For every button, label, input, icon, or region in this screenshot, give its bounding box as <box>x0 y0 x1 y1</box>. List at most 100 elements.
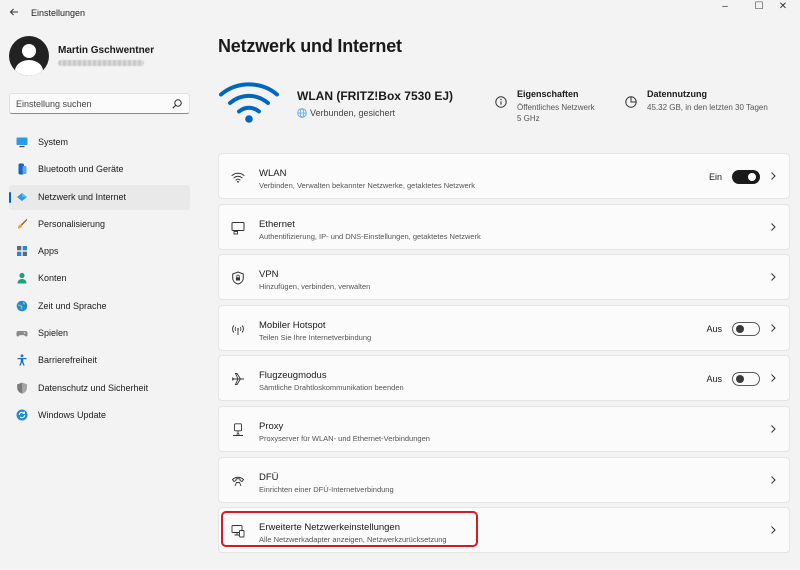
sidebar-item-time-language[interactable]: Zeit und Sprache <box>9 294 190 319</box>
sidebar-item-label: Netzwerk und Internet <box>38 191 127 202</box>
card-description: Authentifizierung, IP- und DNS-Einstellu… <box>259 231 481 241</box>
card-proxy[interactable]: Proxy Proxyserver für WLAN- und Ethernet… <box>218 405 790 452</box>
sidebar-item-accounts[interactable]: Konten <box>9 266 190 291</box>
card-airplane-mode[interactable]: Flugzeugmodus Sämtliche Drahtloskommunik… <box>218 355 790 402</box>
card-title: VPN <box>259 269 279 281</box>
card-title: Proxy <box>259 420 284 432</box>
search-input[interactable] <box>16 97 166 111</box>
globe-clock-icon <box>16 300 28 312</box>
settings-cards: WLAN Verbinden, Verwalten bekannter Netz… <box>218 153 790 558</box>
card-description: Verbinden, Verwalten bekannter Netzwerke… <box>259 181 475 190</box>
back-arrow-icon[interactable] <box>6 5 22 21</box>
chevron-right-icon <box>771 323 776 332</box>
sidebar-item-label: Datenschutz und Sicherheit <box>38 382 149 393</box>
dialup-icon <box>231 476 245 486</box>
chevron-right-icon <box>771 425 776 433</box>
apps-icon <box>17 246 27 257</box>
wifi-large-icon <box>219 82 279 123</box>
sidebar-item-gaming[interactable]: Spielen <box>9 321 190 346</box>
airplane-mode-toggle[interactable] <box>732 372 760 387</box>
card-advanced-network-settings[interactable]: Erweiterte Netzwerkeinstellungen Alle Ne… <box>218 507 790 554</box>
account-icon <box>17 273 27 284</box>
network-status: Verbunden, gesichert <box>310 108 396 118</box>
hotspot-toggle[interactable] <box>732 321 760 336</box>
chevron-right-icon <box>771 222 776 231</box>
sidebar-item-label: Zeit und Sprache <box>38 300 107 311</box>
page-title: Netzwerk und Internet <box>218 36 402 56</box>
card-description: Proxyserver für WLAN- und Ethernet-Verbi… <box>259 433 430 443</box>
hotspot-icon <box>232 324 244 335</box>
profile-email-redacted <box>58 60 144 66</box>
sidebar-nav: System Bluetooth und Geräte Netzwerk und… <box>9 130 190 430</box>
data-usage-link[interactable]: Datennutzung <box>647 89 707 99</box>
profile-name: Martin Gschwentner <box>58 45 155 56</box>
data-usage-icon[interactable] <box>625 96 637 108</box>
card-dialup[interactable]: DFÜ Einrichten einer DFÜ-Internetverbind… <box>218 456 790 503</box>
wifi-icon <box>231 172 245 183</box>
network-profile-type: Öffentliches Netzwerk <box>517 103 595 112</box>
card-title: Erweiterte Netzwerkeinstellungen <box>259 522 400 534</box>
proxy-icon <box>233 423 243 436</box>
update-icon <box>16 409 28 421</box>
card-wlan[interactable]: WLAN Verbinden, Verwalten bekannter Netz… <box>218 153 790 199</box>
sidebar-item-bluetooth[interactable]: Bluetooth und Geräte <box>9 157 190 182</box>
app-title: Einstellungen <box>31 8 86 18</box>
card-vpn[interactable]: VPN Hinzufügen, verbinden, verwalten <box>218 254 790 301</box>
card-description: Hinzufügen, verbinden, verwalten <box>259 282 371 292</box>
toggle-state-label: Aus <box>706 323 722 334</box>
card-title: Flugzeugmodus <box>259 370 327 382</box>
gamepad-icon <box>16 331 28 337</box>
brush-icon <box>18 218 28 229</box>
data-usage-value: 45.32 GB, in den letzten 30 Tagen <box>647 103 768 112</box>
sidebar-item-network[interactable]: Netzwerk und Internet <box>9 184 190 210</box>
network-adapter-icon <box>231 525 245 538</box>
search-icon[interactable] <box>171 98 183 110</box>
sidebar-item-label: Spielen <box>38 328 69 339</box>
card-ethernet[interactable]: Ethernet Authentifizierung, IP- und DNS-… <box>218 203 790 250</box>
card-mobile-hotspot[interactable]: Mobiler Hotspot Teilen Sie Ihre Internet… <box>218 304 790 351</box>
ethernet-icon <box>231 221 245 235</box>
sidebar-item-system[interactable]: System <box>9 130 190 155</box>
avatar[interactable] <box>9 36 49 76</box>
system-monitor-icon <box>16 137 28 148</box>
network-name: WLAN (FRITZ!Box 7530 EJ) <box>297 89 454 103</box>
minimize-button[interactable]: – <box>708 0 742 14</box>
card-description: Sämtliche Drahtloskommunikation beenden <box>259 383 404 393</box>
toggle-state-label: Ein <box>708 172 722 182</box>
card-description: Alle Netzwerkadapter anzeigen, Netzwerkz… <box>259 535 447 545</box>
chevron-right-icon <box>771 526 776 535</box>
sidebar-item-label: Windows Update <box>38 409 107 420</box>
sidebar-item-label: Personalisierung <box>38 218 106 229</box>
network-band: 5 GHz <box>517 114 540 123</box>
search-box[interactable] <box>9 93 190 114</box>
bluetooth-icon <box>18 163 27 175</box>
chevron-right-icon <box>771 374 776 383</box>
card-title: DFÜ <box>259 471 279 483</box>
chevron-right-icon <box>771 475 776 484</box>
sidebar-item-apps[interactable]: Apps <box>9 239 190 264</box>
sidebar-item-label: Barrierefreiheit <box>38 355 98 366</box>
card-title: Mobiler Hotspot <box>259 319 326 331</box>
sidebar-item-label: Apps <box>38 246 59 257</box>
sidebar-item-label: Bluetooth und Geräte <box>38 164 124 175</box>
card-title: WLAN <box>259 168 287 179</box>
info-icon[interactable] <box>495 96 507 108</box>
wlan-toggle[interactable] <box>732 170 760 184</box>
properties-link[interactable]: Eigenschaften <box>517 89 579 99</box>
sidebar-item-label: System <box>38 137 69 147</box>
globe-icon <box>297 108 307 118</box>
card-description: Einrichten einer DFÜ-Internetverbindung <box>259 484 394 494</box>
card-title: Ethernet <box>259 218 295 230</box>
close-button[interactable]: ✕ <box>766 0 800 14</box>
sidebar-item-privacy-security[interactable]: Datenschutz und Sicherheit <box>9 376 190 401</box>
vpn-shield-icon <box>232 271 244 285</box>
chevron-right-icon <box>771 172 776 180</box>
accessibility-icon <box>17 354 27 366</box>
chevron-right-icon <box>771 273 776 282</box>
sidebar-item-windows-update[interactable]: Windows Update <box>9 403 190 428</box>
wifi-diamond-icon <box>17 192 27 201</box>
card-description: Teilen Sie Ihre Internetverbindung <box>259 332 372 342</box>
sidebar-item-accessibility[interactable]: Barrierefreiheit <box>9 348 190 373</box>
shield-icon <box>17 382 27 394</box>
sidebar-item-personalization[interactable]: Personalisierung <box>9 212 190 237</box>
